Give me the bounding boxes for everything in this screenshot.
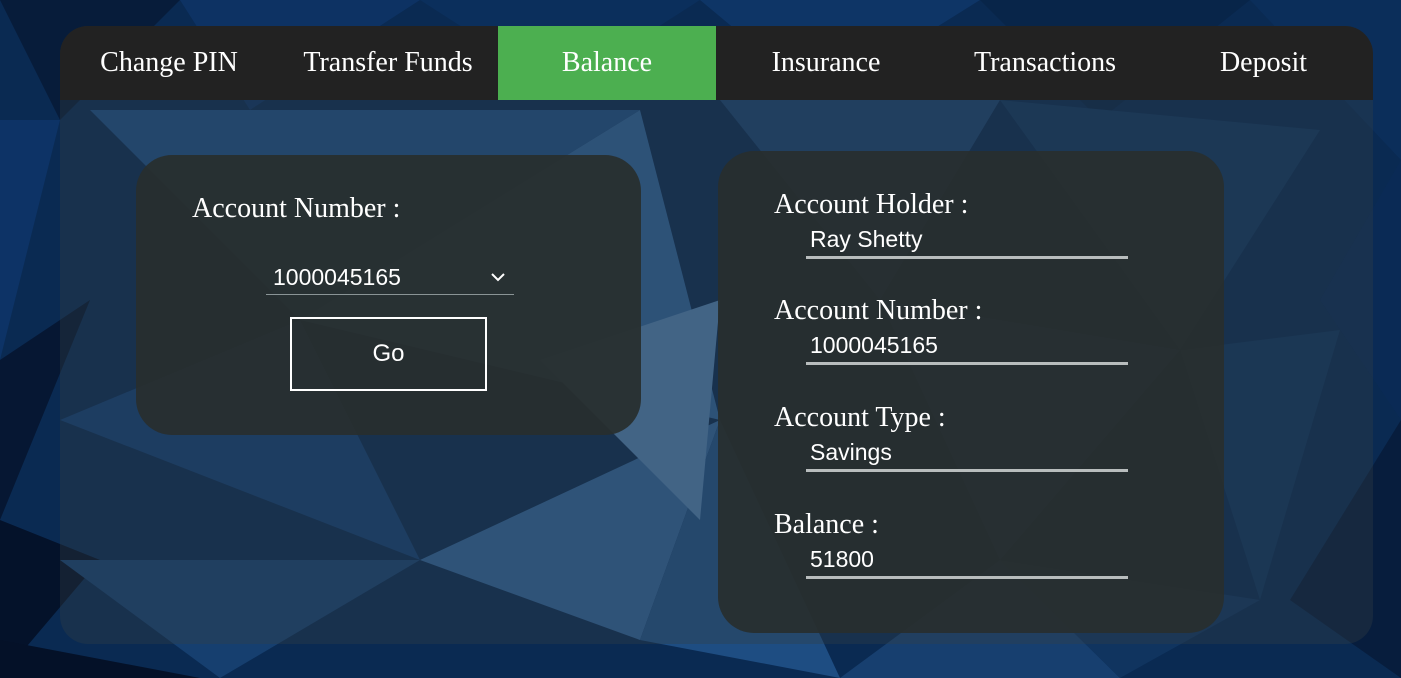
account-details-card: Account Holder : Ray Shetty Account Numb… <box>718 151 1224 633</box>
chevron-down-icon <box>491 273 505 282</box>
tab-insurance[interactable]: Insurance <box>716 26 936 100</box>
tab-transfer-funds[interactable]: Transfer Funds <box>278 26 498 100</box>
selected-account-value: 1000045165 <box>273 264 401 290</box>
account-holder-field: Ray Shetty <box>806 223 1128 259</box>
balance-label: Balance : <box>774 509 879 540</box>
tab-balance[interactable]: Balance <box>498 26 716 100</box>
balance-value: 51800 <box>810 546 874 572</box>
account-query-card: Account Number : 1000045165 Go <box>136 155 641 435</box>
account-type-field: Savings <box>806 436 1128 472</box>
account-number-label-detail: Account Number : <box>774 295 983 326</box>
tab-bar: Change PIN Transfer Funds Balance Insura… <box>60 26 1373 100</box>
account-holder-value: Ray Shetty <box>810 226 923 252</box>
account-number-value: 1000045165 <box>810 332 938 358</box>
account-number-select[interactable]: 1000045165 <box>266 263 514 295</box>
account-holder-label: Account Holder : <box>774 189 969 220</box>
go-button[interactable]: Go <box>290 317 487 391</box>
tab-deposit[interactable]: Deposit <box>1154 26 1373 100</box>
account-number-field: 1000045165 <box>806 329 1128 365</box>
tab-transactions[interactable]: Transactions <box>936 26 1154 100</box>
account-type-value: Savings <box>810 439 892 465</box>
account-number-label: Account Number : <box>192 193 401 224</box>
tab-change-pin[interactable]: Change PIN <box>60 26 278 100</box>
balance-field: 51800 <box>806 543 1128 579</box>
account-type-label: Account Type : <box>774 402 946 433</box>
